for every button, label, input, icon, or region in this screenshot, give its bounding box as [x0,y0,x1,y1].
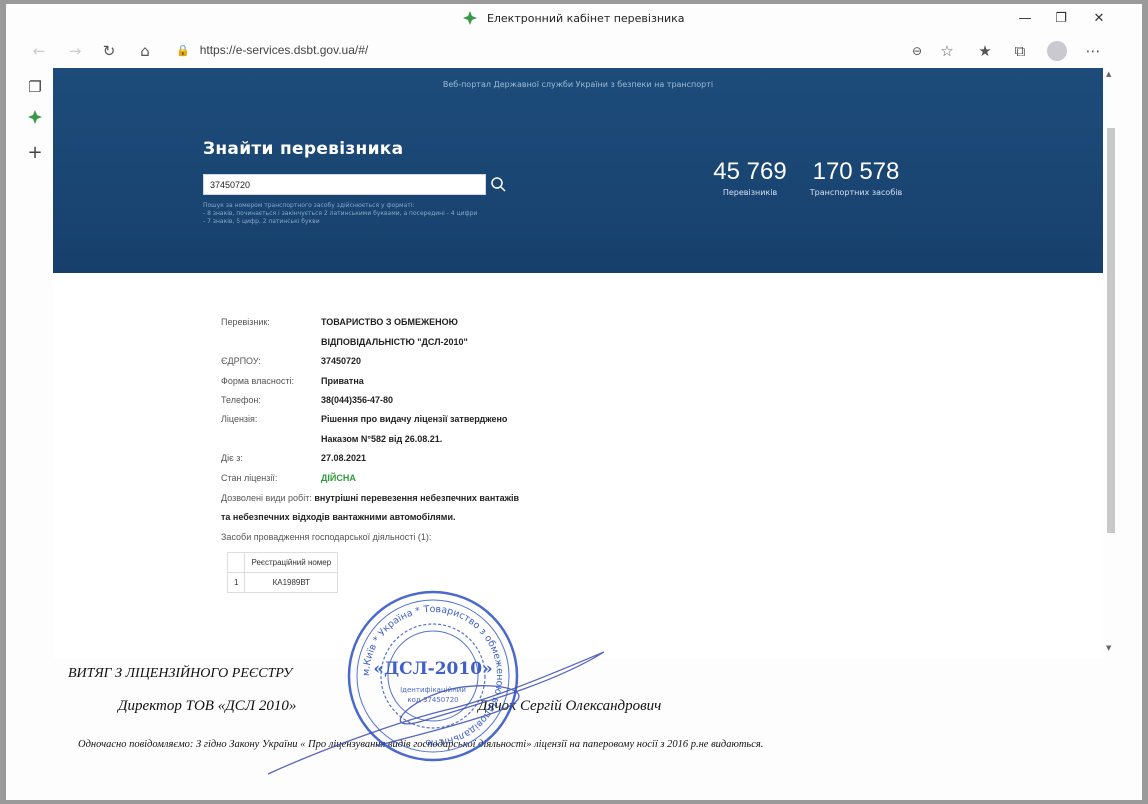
hint-line: - 7 знаків, 5 цифр, 2 латинські букви [203,218,320,225]
profile-avatar[interactable] [1047,41,1067,61]
scanned-document: Електронний кабінет перевізника — ❐ ✕ ← … [6,4,1142,800]
ownership-value: Приватна [321,376,364,386]
favorites-icon[interactable]: ★ [974,40,996,62]
carrier-name-line-2: ВІДПОВІДАЛЬНІСТЮ "ДСЛ-2010" [321,337,468,347]
browser-toolbar: ← → ↻ ⌂ 🔒 https://e-services.dsbt.gov.ua/… [6,34,1142,68]
address-bar[interactable]: 🔒 https://e-services.dsbt.gov.ua/#/ [176,43,368,57]
edrpou-label: ЄДРПОУ: [221,356,261,366]
vehicles-label: Транспортних засобів [809,188,903,197]
carrier-search-input[interactable]: 37450720 [203,174,486,195]
table-header-index [226,552,246,573]
forward-icon[interactable]: → [64,40,86,62]
table-header-row: Реєстраційний номер [226,552,339,573]
scrollbar-thumb[interactable] [1107,128,1115,533]
hint-line: Пошук за номером транспортного засобу зд… [203,202,415,209]
status-label: Стан ліцензії: [221,473,278,483]
find-carrier-title: Знайти перевізника [203,139,404,159]
more-icon[interactable]: ⋯ [1082,40,1104,62]
phone-value: 38(044)356-47-80 [321,395,394,405]
license-value-line-1: Рішення про видачу ліцензії затверджено [321,414,508,424]
site-app-icon[interactable] [24,106,46,128]
minimize-icon[interactable]: — [1014,8,1036,30]
table-cell-index: 1 [226,572,246,593]
page-scrollbar[interactable]: ▲ ▼ [1105,68,1117,658]
signature [267,651,605,775]
license-label: Ліцензія: [221,414,258,424]
table-header-plate: Реєстраційний номер [244,552,339,573]
close-icon[interactable]: ✕ [1088,8,1110,30]
restore-icon[interactable]: ❐ [1050,8,1072,30]
carriers-count: 45 769 [713,158,787,185]
valid-from-value: 27.08.2021 [321,453,367,463]
table-row: 1 КА1989ВТ [226,572,339,593]
search-hero: Веб-портал Державної служби України з бе… [53,68,1103,273]
works-label: Дозволені види робіт: [221,493,312,503]
vehicles-stat: 170 578 Транспортних засобів [801,158,911,197]
carriers-label: Перевізників [722,188,778,197]
collections-icon[interactable]: ⧉ [1009,40,1031,62]
add-icon[interactable]: + [24,142,46,164]
search-icon[interactable] [487,174,509,195]
carriers-stat: 45 769 Перевізників [705,158,795,197]
portal-subtitle: Веб-портал Державної служби України з бе… [442,80,714,89]
zoom-icon[interactable]: ⊖ [906,40,928,62]
web-page: Веб-портал Державної служби України з бе… [53,68,1103,658]
table-cell-plate: КА1989ВТ [244,572,339,593]
works-value-line-1: внутрішні перевезення небезпечних вантаж… [314,493,520,503]
refresh-icon[interactable]: ↻ [98,40,120,62]
vehicles-caption: Засоби провадження господарської діяльно… [221,532,432,542]
scroll-up-icon[interactable]: ▲ [1106,70,1111,78]
valid-from-label: Діє з: [221,453,243,463]
app-logo-icon [463,11,478,28]
browser-title-bar: Електронний кабінет перевізника — ❐ ✕ [6,4,1142,34]
hint-line: - 8 знаків, починається і закінчується 2… [203,210,478,217]
status-badge: ДІЙСНА [321,473,356,483]
back-icon[interactable]: ← [28,40,50,62]
window-title: Електронний кабінет перевізника [486,12,685,25]
works-value-line-2: та небезпечних відходів вантажними автом… [221,512,456,522]
tabs-icon[interactable]: ❐ [24,76,46,98]
carrier-label: Перевізник: [221,317,270,327]
edrpou-value: 37450720 [321,356,362,366]
url-text: https://e-services.dsbt.gov.ua/#/ [199,43,369,57]
window-title-area: Електронний кабінет перевізника [6,11,1142,28]
vehicles-table: Реєстраційний номер 1 КА1989ВТ [226,552,339,593]
vehicles-count: 170 578 [812,158,900,185]
favorite-add-icon[interactable]: ☆ [936,40,958,62]
ownership-label: Форма власності: [221,376,294,386]
lock-icon: 🔒 [176,45,190,57]
carrier-name-line-1: ТОВАРИСТВО З ОБМЕЖЕНОЮ [321,317,458,327]
search-hint: Пошук за номером транспортного засобу зд… [203,202,503,226]
phone-label: Телефон: [221,395,261,405]
scroll-down-icon[interactable]: ▼ [1106,644,1111,652]
home-icon[interactable]: ⌂ [134,40,156,62]
license-value-line-2: Наказом N°582 від 26.08.21. [321,434,443,444]
